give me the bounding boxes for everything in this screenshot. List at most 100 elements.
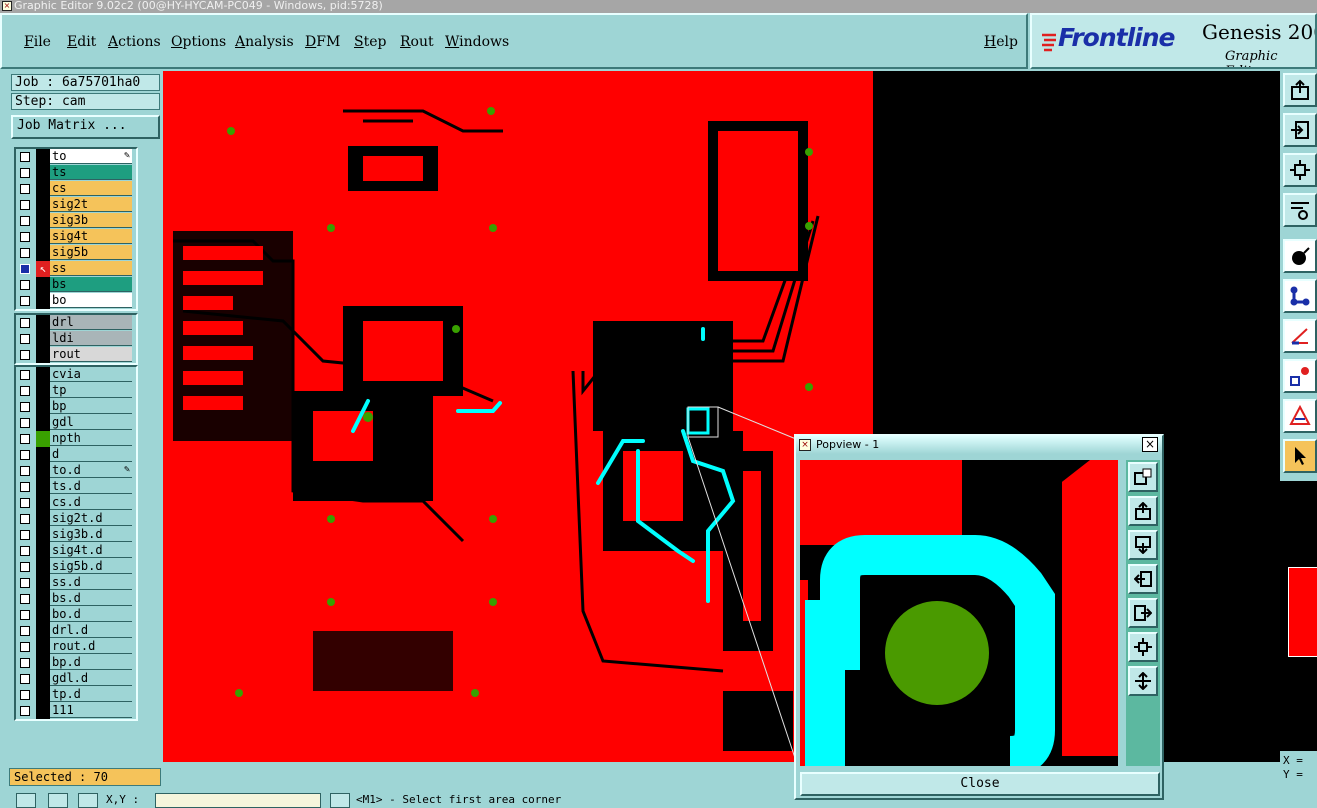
layer-row-misc[interactable]: 111: [16, 703, 136, 719]
layer-affected-toggle[interactable]: [36, 671, 50, 687]
layer-checkbox[interactable]: [20, 350, 30, 360]
layer-checkbox[interactable]: [20, 706, 30, 716]
layer-affected-toggle[interactable]: [36, 181, 50, 197]
layer-checkbox[interactable]: [20, 514, 30, 524]
snap-icon[interactable]: [78, 793, 98, 808]
layer-checkbox[interactable]: [20, 578, 30, 588]
layer-name[interactable]: bo: [50, 293, 132, 308]
layer-name[interactable]: 111: [50, 703, 132, 718]
popview-zoom-view[interactable]: [800, 460, 1118, 766]
layer-affected-toggle[interactable]: [36, 639, 50, 655]
zoom-home-icon[interactable]: [1128, 666, 1158, 696]
layer-name[interactable]: bp: [50, 399, 132, 414]
menu-options[interactable]: Options: [171, 34, 226, 50]
window-close-icon[interactable]: ×: [2, 1, 12, 11]
layer-row-misc[interactable]: cvia: [16, 367, 136, 383]
layer-affected-toggle[interactable]: [36, 415, 50, 431]
layer-affected-toggle[interactable]: [36, 559, 50, 575]
layer-checkbox[interactable]: [20, 296, 30, 306]
xy-field[interactable]: [155, 793, 321, 808]
layer-checkbox[interactable]: [20, 318, 30, 328]
network-icon[interactable]: [1283, 279, 1317, 313]
layer-checkbox[interactable]: [20, 264, 30, 274]
layer-row-board[interactable]: sig4t: [16, 229, 136, 245]
layer-affected-toggle[interactable]: [36, 591, 50, 607]
layer-affected-toggle[interactable]: [36, 703, 50, 719]
layer-name[interactable]: sig5b.d: [50, 559, 132, 574]
layer-row-board[interactable]: cs: [16, 181, 136, 197]
layer-checkbox[interactable]: [20, 370, 30, 380]
pan-up-icon[interactable]: [1128, 496, 1158, 526]
layer-checkbox[interactable]: [20, 280, 30, 290]
layer-affected-toggle[interactable]: [36, 479, 50, 495]
layer-row-misc[interactable]: ts.d: [16, 479, 136, 495]
layer-name[interactable]: ts.d: [50, 479, 132, 494]
layer-name[interactable]: tp: [50, 383, 132, 398]
popview-canvas[interactable]: [800, 460, 1118, 766]
layer-checkbox[interactable]: [20, 498, 30, 508]
layer-checkbox[interactable]: [20, 248, 30, 258]
layer-name[interactable]: sig5b: [50, 245, 132, 260]
layer-row-misc[interactable]: sig2t.d: [16, 511, 136, 527]
menu-dfm[interactable]: DFM: [305, 34, 340, 50]
layer-checkbox[interactable]: [20, 562, 30, 572]
layer-row-board[interactable]: bs: [16, 277, 136, 293]
layer-row-misc[interactable]: d: [16, 447, 136, 463]
pan-down-icon[interactable]: [1128, 530, 1158, 560]
menu-actions[interactable]: Actions: [108, 34, 161, 50]
layer-name[interactable]: ss.d: [50, 575, 132, 590]
layer-name[interactable]: ss: [50, 261, 132, 276]
pointer-icon[interactable]: [1283, 439, 1317, 473]
layer-affected-toggle[interactable]: [36, 165, 50, 181]
layer-name[interactable]: sig3b.d: [50, 527, 132, 542]
layer-name[interactable]: cvia: [50, 367, 132, 382]
menu-help[interactable]: Help: [984, 34, 1018, 50]
layer-name[interactable]: sig4t.d: [50, 543, 132, 558]
layer-checkbox[interactable]: [20, 690, 30, 700]
layer-affected-toggle[interactable]: [36, 399, 50, 415]
layer-affected-toggle[interactable]: [36, 245, 50, 261]
layer-row-misc[interactable]: drl.d: [16, 623, 136, 639]
layer-row-board[interactable]: bo: [16, 293, 136, 309]
layer-row-misc[interactable]: tp.d: [16, 687, 136, 703]
layer-checkbox[interactable]: [20, 626, 30, 636]
layer-name[interactable]: rout: [50, 347, 132, 362]
layer-affected-toggle[interactable]: [36, 347, 50, 363]
layer-name[interactable]: tp.d: [50, 687, 132, 702]
layer-affected-toggle[interactable]: [36, 447, 50, 463]
layer-affected-toggle[interactable]: [36, 277, 50, 293]
layer-row-drill[interactable]: rout: [16, 347, 136, 363]
layer-affected-toggle[interactable]: [36, 315, 50, 331]
layer-checkbox[interactable]: [20, 200, 30, 210]
layer-checkbox[interactable]: [20, 386, 30, 396]
layer-affected-toggle[interactable]: [36, 293, 50, 309]
layer-name[interactable]: drl: [50, 315, 132, 330]
layer-name[interactable]: bs.d: [50, 591, 132, 606]
layer-affected-toggle[interactable]: [36, 197, 50, 213]
area-select-icon[interactable]: [16, 793, 36, 808]
layer-affected-toggle[interactable]: [36, 623, 50, 639]
layer-row-misc[interactable]: gdl: [16, 415, 136, 431]
layer-name[interactable]: ldi: [50, 331, 132, 346]
layer-row-board[interactable]: sig5b: [16, 245, 136, 261]
layer-affected-toggle[interactable]: [36, 575, 50, 591]
layer-affected-toggle[interactable]: [36, 495, 50, 511]
layer-row-board[interactable]: sig3b: [16, 213, 136, 229]
layer-checkbox[interactable]: [20, 610, 30, 620]
menu-rout[interactable]: Rout: [400, 34, 434, 50]
popview-menu-icon[interactable]: ×: [799, 439, 811, 451]
layer-row-misc[interactable]: bs.d: [16, 591, 136, 607]
layer-affected-toggle[interactable]: [36, 511, 50, 527]
layer-name[interactable]: to: [50, 149, 132, 164]
layer-name[interactable]: to.d: [50, 463, 132, 478]
layer-affected-toggle[interactable]: [36, 527, 50, 543]
layer-name[interactable]: d: [50, 447, 132, 462]
layer-row-board[interactable]: to ✎: [16, 149, 136, 165]
layer-name[interactable]: drl.d: [50, 623, 132, 638]
info-icon[interactable]: [330, 793, 350, 808]
layer-checkbox[interactable]: [20, 482, 30, 492]
select-color-icon[interactable]: [1283, 359, 1317, 393]
layer-name[interactable]: bp.d: [50, 655, 132, 670]
menu-file[interactable]: File: [24, 34, 51, 50]
layer-checkbox[interactable]: [20, 216, 30, 226]
